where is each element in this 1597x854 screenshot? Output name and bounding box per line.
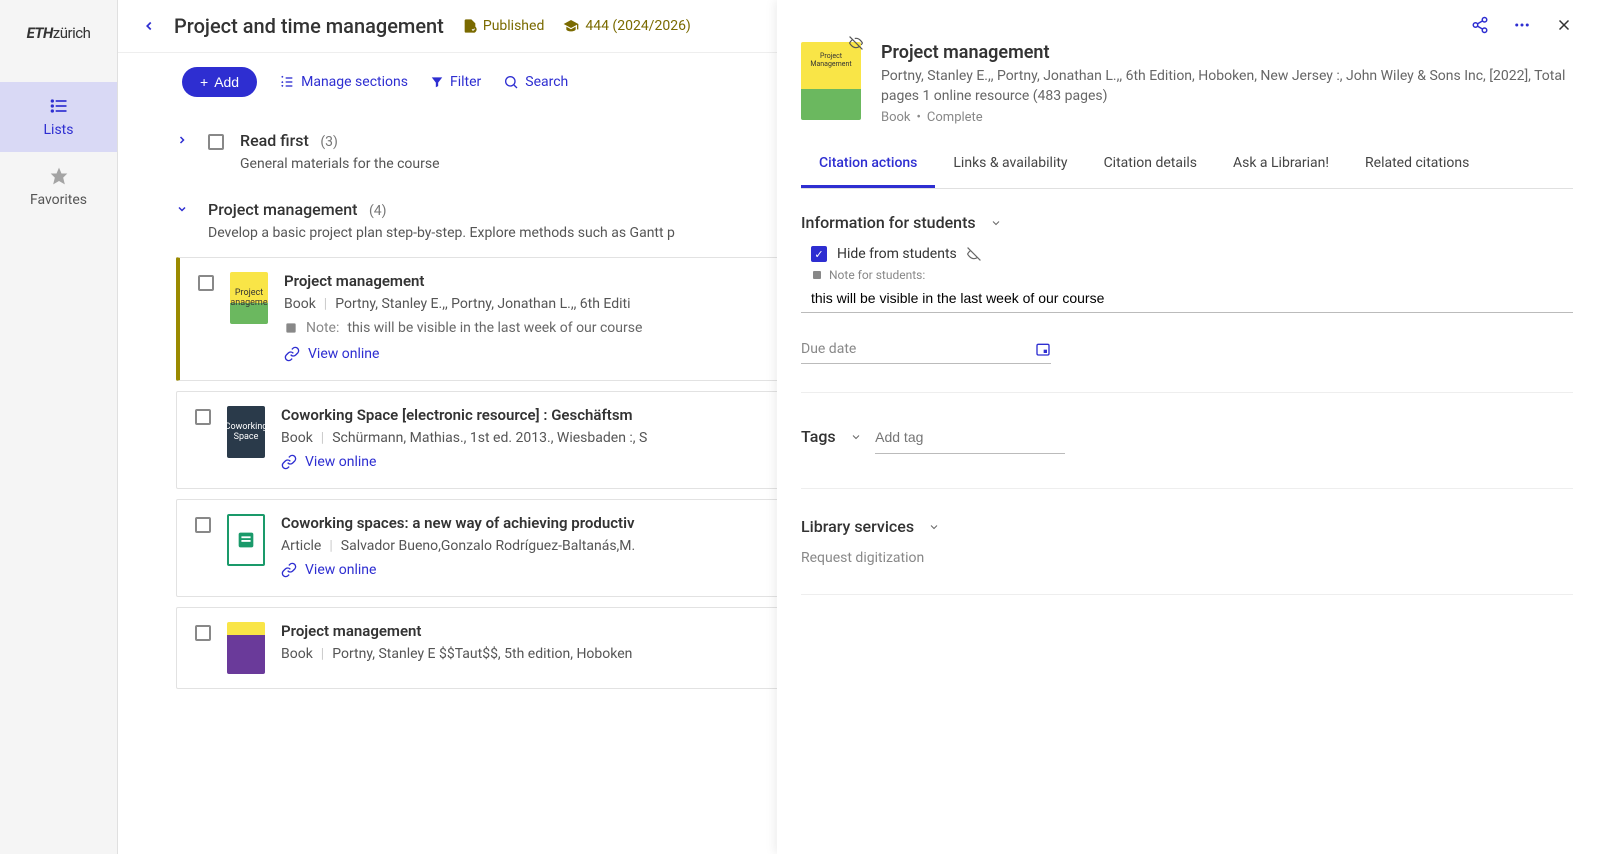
main: Project and time management Published 44… [118,0,1597,854]
tab-related-citations[interactable]: Related citations [1347,141,1487,188]
section-description: General materials for the course [240,156,440,172]
view-online-link[interactable]: View online [284,346,379,362]
logo: ETHzürich [27,24,91,42]
note-label: Note for students: [801,268,1573,282]
chevron-down-icon[interactable] [850,431,862,443]
plus-icon: + [200,74,208,90]
sections-icon [279,74,295,90]
section-title: Read first [240,131,309,150]
section-checkbox[interactable] [208,134,224,150]
hide-label: Hide from students [837,246,957,262]
item-thumbnail [227,514,265,566]
page-title: Project and time management [174,14,444,38]
chevron-down-icon[interactable] [928,521,940,533]
search-link[interactable]: Search [503,74,568,90]
item-checkbox[interactable] [195,409,211,425]
note-icon [811,269,823,281]
manage-sections-link[interactable]: Manage sections [279,74,408,90]
tags-heading: Tags [801,427,862,446]
published-badge: Published [462,18,544,34]
section-count: (4) [369,203,387,219]
section-count: (3) [320,134,338,150]
close-icon[interactable] [1555,16,1573,34]
library-text: Request digitization [801,550,1573,566]
section-title: Project management [208,200,357,219]
sidebar: ETHzürich Lists Favorites [0,0,118,854]
share-icon[interactable] [1471,16,1489,34]
graduation-icon [562,18,580,34]
detail-tabs: Citation actions Links & availability Ci… [801,141,1573,189]
published-icon [462,18,478,34]
item-checkbox[interactable] [195,625,211,641]
search-icon [503,74,519,90]
detail-title: Project management [881,42,1573,63]
nav-favorites[interactable]: Favorites [0,152,117,222]
view-online-link[interactable]: View online [281,454,376,470]
list-icon [49,96,69,116]
filter-link[interactable]: Filter [430,74,481,90]
term-badge: 444 (2024/2026) [562,18,690,34]
info-heading: Information for students [801,213,1002,232]
item-checkbox[interactable] [195,517,211,533]
star-icon [49,166,69,186]
add-button[interactable]: + Add [182,67,257,97]
detail-citation: Portny, Stanley E.,, Portny, Jonathan L.… [881,67,1573,106]
nav-favorites-label: Favorites [30,192,87,208]
library-heading: Library services [801,517,940,536]
link-icon [284,346,300,362]
tab-citation-details[interactable]: Citation details [1086,141,1215,188]
due-date-field[interactable]: Due date [801,341,1051,364]
detail-type: Book•Complete [881,110,1573,125]
detail-panel: ProjectManagement Project management Por… [777,0,1597,854]
chevron-down-icon[interactable] [990,217,1002,229]
hide-checkbox[interactable]: ✓ [811,246,827,262]
back-arrow-icon[interactable] [142,15,156,37]
calendar-icon[interactable] [1035,341,1051,357]
more-icon[interactable] [1513,16,1531,34]
item-thumbnail [227,622,265,674]
nav-lists-label: Lists [44,122,74,138]
view-online-link[interactable]: View online [281,562,376,578]
nav-lists[interactable]: Lists [0,82,117,152]
detail-thumbnail: ProjectManagement [801,42,861,120]
note-icon [284,321,298,335]
item-checkbox[interactable] [198,275,214,291]
hidden-icon [849,36,863,50]
item-thumbnail: CoworkingSpace [227,406,265,458]
link-icon [281,562,297,578]
chevron-down-icon[interactable] [176,203,192,215]
tag-input[interactable] [875,421,1065,454]
tab-links-availability[interactable]: Links & availability [935,141,1085,188]
link-icon [281,454,297,470]
note-input[interactable] [801,284,1573,313]
tab-ask-librarian[interactable]: Ask a Librarian! [1215,141,1347,188]
chevron-right-icon[interactable] [176,134,192,146]
item-thumbnail: ProjectManagement [230,272,268,324]
hidden-indicator-icon [967,247,981,261]
tab-citation-actions[interactable]: Citation actions [801,141,935,188]
filter-icon [430,75,444,89]
